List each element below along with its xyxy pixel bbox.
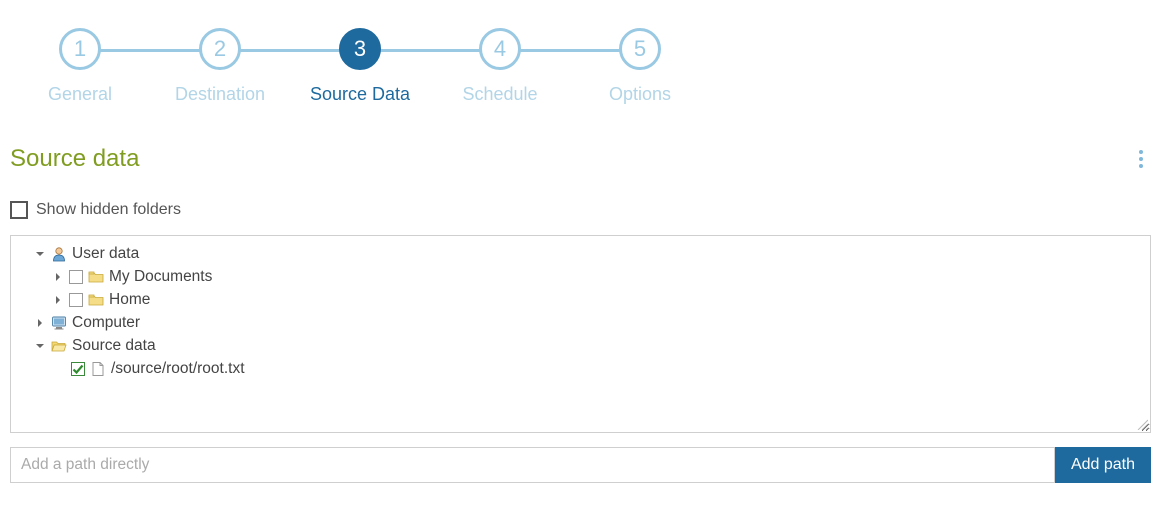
step-source-data[interactable]: 3 Source Data (290, 28, 430, 105)
tree-row-source-data[interactable]: Source data (19, 334, 1142, 357)
step-schedule[interactable]: 4 Schedule (430, 28, 570, 105)
tree-item-label: Source data (72, 334, 156, 357)
source-tree[interactable]: User data My Documents Home Computer Sou… (10, 235, 1151, 433)
step-label: Destination (175, 84, 265, 105)
tree-item-label: My Documents (109, 265, 212, 288)
step-destination[interactable]: 2 Destination (150, 28, 290, 105)
step-label: Options (609, 84, 671, 105)
disclosure-down-icon[interactable] (35, 249, 45, 259)
tree-item-label: /source/root/root.txt (111, 357, 245, 380)
step-number-badge: 4 (479, 28, 521, 70)
disclosure-down-icon[interactable] (35, 341, 45, 351)
tree-item-label: Home (109, 288, 150, 311)
kebab-dot-icon (1139, 150, 1143, 154)
more-options-button[interactable] (1131, 147, 1151, 171)
tree-checkbox-checked[interactable] (71, 362, 85, 376)
step-label: Source Data (310, 84, 410, 105)
tree-row-user-data[interactable]: User data (19, 242, 1142, 265)
add-path-input[interactable] (10, 447, 1055, 483)
tree-row-computer[interactable]: Computer (19, 311, 1142, 334)
tree-row-root-txt[interactable]: /source/root/root.txt (19, 357, 1142, 380)
step-label: Schedule (462, 84, 537, 105)
step-number-badge: 5 (619, 28, 661, 70)
resize-handle-icon (1136, 418, 1148, 430)
step-number-badge: 2 (199, 28, 241, 70)
step-number-badge: 1 (59, 28, 101, 70)
disclosure-right-icon[interactable] (35, 318, 45, 328)
section-title: Source data (10, 145, 139, 173)
folder-icon (88, 269, 104, 285)
folder-icon (88, 292, 104, 308)
step-options[interactable]: 5 Options (570, 28, 710, 105)
folder-open-icon (51, 338, 67, 354)
user-icon (51, 246, 67, 262)
step-number-badge: 3 (339, 28, 381, 70)
computer-icon (51, 315, 67, 331)
tree-row-my-documents[interactable]: My Documents (19, 265, 1142, 288)
tree-item-label: User data (72, 242, 139, 265)
kebab-dot-icon (1139, 157, 1143, 161)
tree-row-home[interactable]: Home (19, 288, 1142, 311)
step-general[interactable]: 1 General (10, 28, 150, 105)
tree-item-label: Computer (72, 311, 140, 334)
wizard-stepper: 1 General 2 Destination 3 Source Data 4 … (10, 10, 1151, 105)
disclosure-right-icon[interactable] (53, 272, 63, 282)
add-path-button[interactable]: Add path (1055, 447, 1151, 483)
step-label: General (48, 84, 112, 105)
disclosure-right-icon[interactable] (53, 295, 63, 305)
show-hidden-label[interactable]: Show hidden folders (36, 201, 181, 219)
file-icon (90, 361, 106, 377)
tree-checkbox[interactable] (69, 270, 83, 284)
kebab-dot-icon (1139, 164, 1143, 168)
show-hidden-checkbox[interactable] (10, 201, 28, 219)
tree-checkbox[interactable] (69, 293, 83, 307)
